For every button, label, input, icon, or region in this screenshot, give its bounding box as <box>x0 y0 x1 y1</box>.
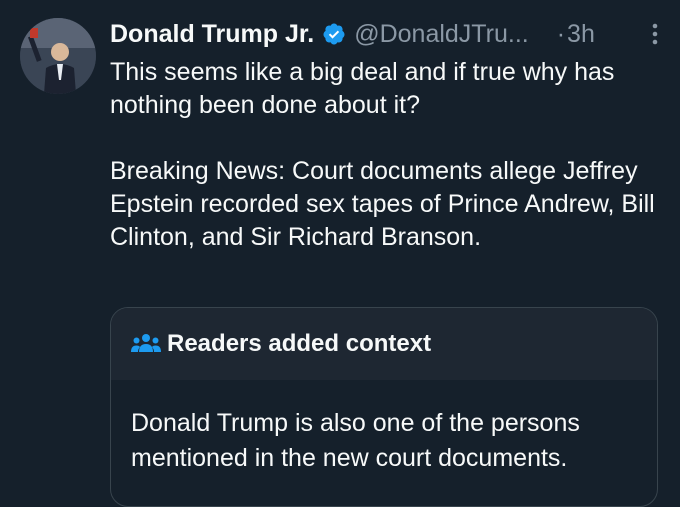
avatar-image <box>20 18 96 94</box>
author-name[interactable]: Donald Trump Jr. <box>110 20 314 49</box>
avatar[interactable] <box>20 18 96 94</box>
tweet-text: This seems like a big deal and if true w… <box>110 56 660 254</box>
tweet-timestamp[interactable]: 3h <box>567 20 595 49</box>
community-note-header: Readers added context <box>111 308 657 380</box>
more-options-icon[interactable] <box>650 21 660 47</box>
community-note-body: Donald Trump is also one of the persons … <box>131 409 580 472</box>
separator-dot: · <box>556 19 566 48</box>
people-icon <box>131 332 161 356</box>
tweet-header: Donald Trump Jr. @DonaldJTru... · 3h <box>110 14 660 54</box>
author-handle[interactable]: @DonaldJTru... <box>354 20 529 49</box>
tweet-paragraph: Breaking News: Court documents allege Je… <box>110 157 655 251</box>
community-note[interactable]: Readers added context Donald Trump is al… <box>110 307 658 507</box>
verified-badge-icon <box>322 22 346 46</box>
community-note-title: Readers added context <box>167 330 432 357</box>
tweet-paragraph: This seems like a big deal and if true w… <box>110 58 615 119</box>
